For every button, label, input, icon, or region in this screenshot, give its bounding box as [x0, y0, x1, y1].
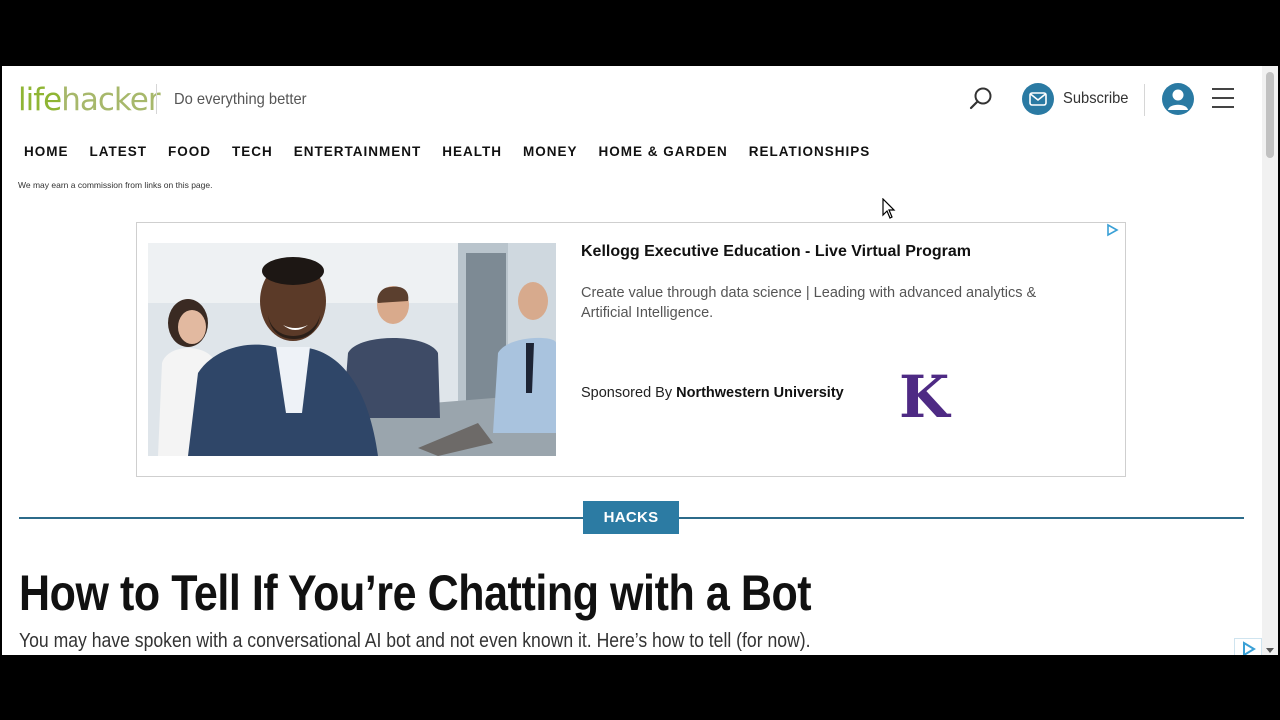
- ad-sponsor-prefix: Sponsored By: [581, 385, 673, 401]
- ad-photo[interactable]: [148, 243, 556, 456]
- menu-bar: [1212, 88, 1234, 90]
- header-divider: [156, 84, 157, 114]
- nav-item-health[interactable]: HEALTH: [442, 144, 502, 159]
- header-divider-right: [1144, 84, 1145, 116]
- menu-bar: [1212, 97, 1234, 99]
- nav-item-home[interactable]: HOME: [24, 144, 69, 159]
- mouse-cursor-icon: [882, 198, 896, 219]
- nav-item-tech[interactable]: TECH: [232, 144, 273, 159]
- northwestern-logo[interactable]: K: [899, 363, 949, 431]
- ad-title[interactable]: Kellogg Executive Education - Live Virtu…: [581, 243, 971, 261]
- search-icon: [969, 87, 992, 110]
- subscribe-label: Subscribe: [1063, 90, 1129, 107]
- account-button[interactable]: [1162, 83, 1194, 115]
- user-icon: [1168, 89, 1188, 110]
- hamburger-menu-icon[interactable]: [1212, 88, 1234, 110]
- nav-item-relationships[interactable]: RELATIONSHIPS: [749, 144, 871, 159]
- subscribe-button[interactable]: Subscribe: [1022, 83, 1134, 115]
- main-nav: HOME LATEST FOOD TECH ENTERTAINMENT HEAL…: [24, 144, 891, 159]
- article-headline: How to Tell If You’re Chatting with a Bo…: [19, 565, 812, 621]
- logo-hacker-text: hacker: [61, 82, 160, 118]
- search-button[interactable]: [968, 86, 994, 112]
- ad-description: Create value through data science | Lead…: [581, 285, 1037, 321]
- page-scrollbar[interactable]: [1262, 66, 1278, 655]
- nav-item-food[interactable]: FOOD: [168, 144, 211, 159]
- ad-sponsor: Sponsored By Northwestern University: [581, 385, 844, 401]
- article-subheadline: You may have spoken with a conversationa…: [19, 630, 811, 652]
- nav-item-entertainment[interactable]: ENTERTAINMENT: [294, 144, 422, 159]
- lifehacker-logo[interactable]: lifehacker: [18, 82, 161, 118]
- browser-viewport: lifehacker Do everything better Subscrib…: [2, 66, 1278, 655]
- affiliate-disclaimer: We may earn a commission from links on t…: [18, 180, 213, 190]
- scrollbar-thumb[interactable]: [1266, 72, 1274, 158]
- nav-item-money[interactable]: MONEY: [523, 144, 578, 159]
- nav-item-home-garden[interactable]: HOME & GARDEN: [599, 144, 728, 159]
- logo-life-text: life: [18, 82, 62, 118]
- nav-item-latest[interactable]: LATEST: [90, 144, 148, 159]
- scroll-down-arrow-icon[interactable]: [1266, 648, 1274, 653]
- adchoices-icon[interactable]: [1105, 223, 1119, 237]
- ad-sponsor-name: Northwestern University: [676, 385, 844, 401]
- menu-bar: [1212, 106, 1234, 108]
- site-tagline: Do everything better: [174, 91, 307, 108]
- mail-icon: [1022, 83, 1054, 115]
- category-tag[interactable]: HACKS: [583, 501, 679, 534]
- sponsored-ad[interactable]: Kellogg Executive Education - Live Virtu…: [136, 222, 1126, 477]
- corner-adchoices-icon[interactable]: [1234, 638, 1262, 655]
